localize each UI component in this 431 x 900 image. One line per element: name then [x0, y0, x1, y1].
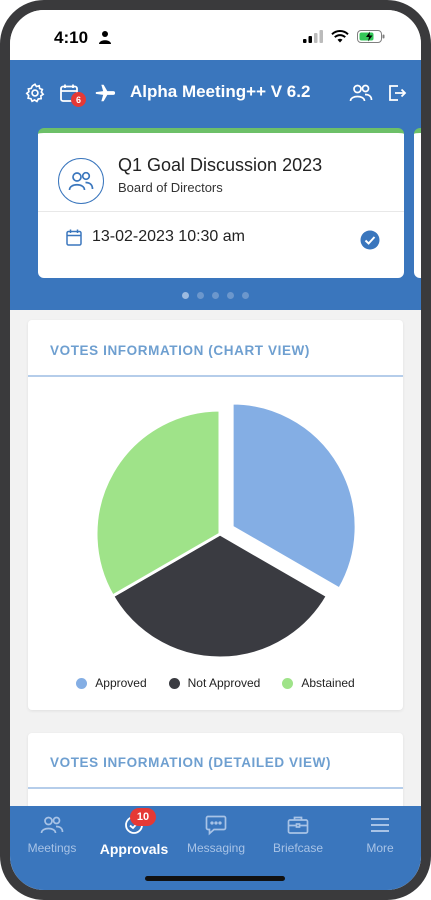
check-circle-icon	[360, 230, 380, 250]
battery-icon	[357, 30, 385, 43]
tab-approvals[interactable]: 10 Approvals	[93, 808, 175, 860]
app-title: Alpha Meeting++ V 6.2	[130, 82, 311, 101]
app-header: 6 Alpha Meeting++ V 6.2	[10, 60, 421, 128]
carousel-dots	[10, 292, 421, 299]
next-meeting-card[interactable]	[414, 128, 421, 278]
meeting-committee: Board of Directors	[118, 180, 223, 195]
card-divider	[38, 211, 404, 212]
detail-panel-title: VOTES INFORMATION (DETAILED VIEW)	[50, 755, 332, 770]
carousel-dot[interactable]	[227, 292, 234, 299]
gear-icon[interactable]	[22, 80, 48, 106]
tab-label: Messaging	[186, 841, 246, 855]
legend-label: Approved	[95, 676, 147, 690]
messaging-icon	[204, 814, 228, 836]
calendar-icon[interactable]: 6	[56, 80, 86, 107]
home-indicator	[145, 876, 285, 881]
approvals-icon: 10	[122, 808, 156, 836]
calendar-small-icon	[66, 229, 82, 246]
tab-briefcase[interactable]: Briefcase	[257, 814, 339, 860]
tab-bar: Meetings 10 Approvals Messaging Briefcas…	[10, 806, 421, 890]
status-indicators	[303, 30, 385, 43]
briefcase-icon	[286, 814, 310, 836]
approvals-badge: 10	[130, 808, 156, 826]
tab-messaging[interactable]: Messaging	[175, 814, 257, 860]
tab-meetings[interactable]: Meetings	[11, 814, 93, 860]
legend-item: Not Approved	[168, 676, 261, 690]
tab-more[interactable]: More	[339, 814, 421, 860]
chart-panel: VOTES INFORMATION (CHART VIEW) Approved N…	[28, 320, 403, 710]
meeting-title: Q1 Goal Discussion 2023	[118, 155, 323, 175]
legend-swatch	[168, 677, 180, 689]
phone-frame: 4:10 6 Alpha Meeting++ V 6.2 Q1 Goal Dis…	[0, 0, 431, 900]
legend-label: Abstained	[301, 676, 355, 690]
status-time: 4:10	[54, 28, 89, 47]
carousel-dot[interactable]	[182, 292, 189, 299]
legend-swatch	[282, 677, 294, 689]
calendar-badge: 6	[71, 92, 86, 107]
wifi-icon	[331, 30, 349, 43]
panel-rule	[28, 787, 403, 789]
plane-icon[interactable]	[92, 80, 118, 106]
carousel-dot[interactable]	[212, 292, 219, 299]
logout-icon[interactable]	[384, 80, 410, 106]
meeting-datetime: 13-02-2023 10:30 am	[92, 228, 245, 245]
status-bar: 4:10	[10, 10, 421, 60]
more-icon	[368, 814, 392, 836]
votes-pie-chart	[94, 401, 358, 660]
content-area[interactable]: VOTES INFORMATION (CHART VIEW) Approved N…	[10, 310, 421, 823]
group-icon	[58, 158, 104, 204]
legend-label: Not Approved	[187, 676, 261, 690]
tab-label: Meetings	[27, 841, 77, 855]
legend-item: Abstained	[282, 676, 355, 690]
tab-label: Approvals	[99, 841, 169, 857]
users-icon[interactable]	[348, 80, 374, 106]
meetings-icon	[40, 814, 64, 836]
tab-label: Briefcase	[272, 841, 324, 855]
person-icon	[99, 31, 111, 44]
legend-swatch	[76, 677, 88, 689]
signal-icon	[303, 30, 323, 43]
chart-legend: Approved Not Approved Abstained	[28, 676, 403, 690]
carousel-dot[interactable]	[242, 292, 249, 299]
legend-item: Approved	[76, 676, 147, 690]
meeting-carousel[interactable]: Q1 Goal Discussion 2023 Board of Directo…	[10, 128, 421, 310]
carousel-dot[interactable]	[197, 292, 204, 299]
meeting-card[interactable]: Q1 Goal Discussion 2023 Board of Directo…	[38, 128, 404, 278]
tab-label: More	[366, 841, 394, 855]
